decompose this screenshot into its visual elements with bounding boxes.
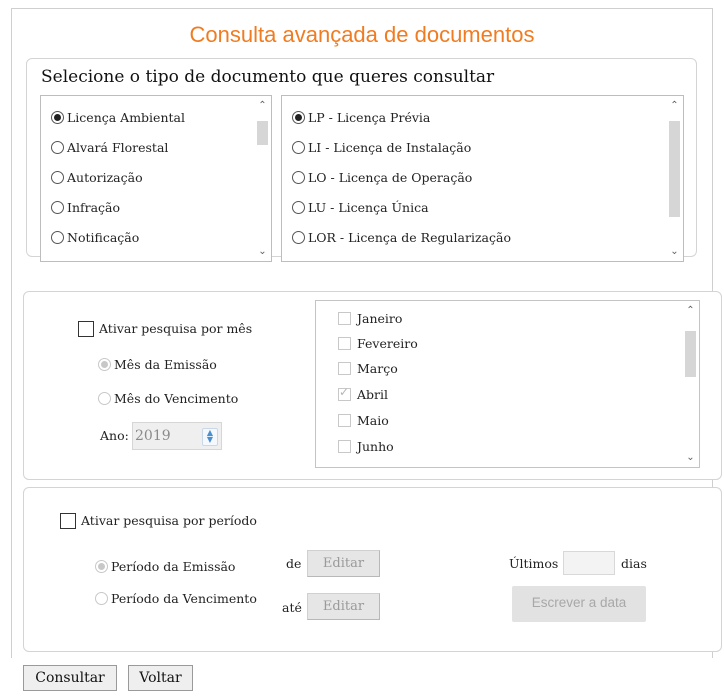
- search-button[interactable]: Consultar: [23, 665, 117, 691]
- category-listbox[interactable]: Licença Ambiental Alvará Florestal Autor…: [40, 95, 272, 262]
- period-search-checkbox[interactable]: [60, 512, 76, 529]
- month-checkbox[interactable]: [338, 414, 351, 427]
- days-label: dias: [621, 556, 647, 571]
- scroll-thumb[interactable]: [685, 331, 696, 377]
- subtype-radio[interactable]: [292, 231, 305, 244]
- month-search-panel: Ativar pesquisa por mês Mês da Emissão M…: [23, 291, 722, 480]
- scroll-thumb[interactable]: [257, 121, 268, 145]
- month-item[interactable]: Fevereiro: [338, 336, 418, 351]
- write-date-button[interactable]: Escrever a data: [512, 586, 646, 622]
- subtype-listbox[interactable]: LP - Licença Prévia LI - Licença de Inst…: [281, 95, 684, 262]
- period-emission-radio[interactable]: [95, 560, 108, 573]
- year-input[interactable]: 2019 ▲ ▼: [132, 422, 222, 450]
- subtype-item[interactable]: LO - Licença de Operação: [292, 170, 472, 185]
- category-radio[interactable]: [51, 171, 64, 184]
- month-due-option[interactable]: Mês do Vencimento: [98, 391, 238, 406]
- to-label: até: [282, 600, 302, 615]
- month-emission-option[interactable]: Mês da Emissão: [98, 357, 217, 372]
- category-item[interactable]: Infração: [51, 200, 120, 215]
- scroll-down-icon[interactable]: ⌄: [682, 452, 699, 463]
- month-checkbox[interactable]: [338, 312, 351, 325]
- category-radio[interactable]: [51, 141, 64, 154]
- month-scrollbar[interactable]: ⌃ ⌄: [682, 301, 699, 467]
- to-date-edit-button[interactable]: Editar: [307, 593, 380, 620]
- month-item[interactable]: Março: [338, 361, 398, 376]
- subtype-item[interactable]: LP - Licença Prévia: [292, 110, 430, 125]
- spinner-icon[interactable]: ▲ ▼: [202, 428, 218, 446]
- scroll-up-icon[interactable]: ⌃: [666, 100, 683, 111]
- month-search-checkbox[interactable]: [78, 320, 94, 337]
- category-radio[interactable]: [51, 231, 64, 244]
- subtype-item[interactable]: LU - Licença Única: [292, 200, 429, 215]
- year-label: Ano:: [100, 428, 129, 443]
- back-button[interactable]: Voltar: [128, 665, 193, 691]
- subtype-radio[interactable]: [292, 171, 305, 184]
- month-due-radio[interactable]: [98, 392, 111, 405]
- category-radio[interactable]: [51, 201, 64, 214]
- page-title: Consulta avançada de documentos: [189, 22, 535, 47]
- subtype-item[interactable]: LI - Licença de Instalação: [292, 140, 471, 155]
- document-type-heading: Selecione o tipo de documento que queres…: [41, 67, 495, 87]
- subtype-radio[interactable]: [292, 111, 305, 124]
- last-days-input[interactable]: [563, 551, 615, 575]
- month-checkbox[interactable]: [338, 440, 351, 453]
- month-checkbox[interactable]: [338, 385, 351, 401]
- subtype-radio[interactable]: [292, 201, 305, 214]
- month-checkbox[interactable]: [338, 337, 351, 350]
- scroll-up-icon[interactable]: ⌃: [254, 100, 271, 111]
- month-checkbox[interactable]: [338, 362, 351, 375]
- subtype-scrollbar[interactable]: ⌃ ⌄: [666, 96, 683, 261]
- document-type-panel: Selecione o tipo de documento que queres…: [26, 58, 697, 262]
- category-item[interactable]: Alvará Florestal: [51, 140, 168, 155]
- category-item[interactable]: Licença Ambiental: [51, 110, 185, 125]
- subtype-item[interactable]: LOR - Licença de Regularização: [292, 230, 511, 245]
- category-item[interactable]: Autorização: [51, 170, 143, 185]
- month-emission-radio[interactable]: [98, 358, 111, 371]
- month-item[interactable]: Janeiro: [338, 311, 402, 326]
- category-scrollbar[interactable]: ⌃ ⌄: [254, 96, 271, 261]
- from-label: de: [286, 556, 302, 571]
- subtype-radio[interactable]: [292, 141, 305, 154]
- from-date-edit-button[interactable]: Editar: [307, 550, 380, 577]
- scroll-up-icon[interactable]: ⌃: [682, 305, 699, 316]
- period-search-panel: Ativar pesquisa por período Período da E…: [23, 487, 722, 652]
- last-label: Últimos: [509, 556, 559, 571]
- category-radio[interactable]: [51, 111, 64, 124]
- month-item[interactable]: Junho: [338, 439, 394, 454]
- month-listbox[interactable]: Janeiro Fevereiro Março Abril Maio Junho…: [315, 300, 700, 468]
- scroll-down-icon[interactable]: ⌄: [666, 246, 683, 257]
- period-search-toggle[interactable]: Ativar pesquisa por período: [60, 512, 257, 529]
- month-item[interactable]: Abril: [338, 385, 388, 402]
- scroll-thumb[interactable]: [669, 121, 680, 217]
- month-search-toggle[interactable]: Ativar pesquisa por mês: [78, 320, 252, 337]
- category-item[interactable]: Notificação: [51, 230, 139, 245]
- period-due-radio[interactable]: [95, 592, 108, 605]
- month-item[interactable]: Maio: [338, 413, 389, 428]
- period-emission-option[interactable]: Período da Emissão: [95, 559, 235, 574]
- scroll-down-icon[interactable]: ⌄: [254, 246, 271, 257]
- period-due-option[interactable]: Período da Vencimento: [95, 591, 257, 606]
